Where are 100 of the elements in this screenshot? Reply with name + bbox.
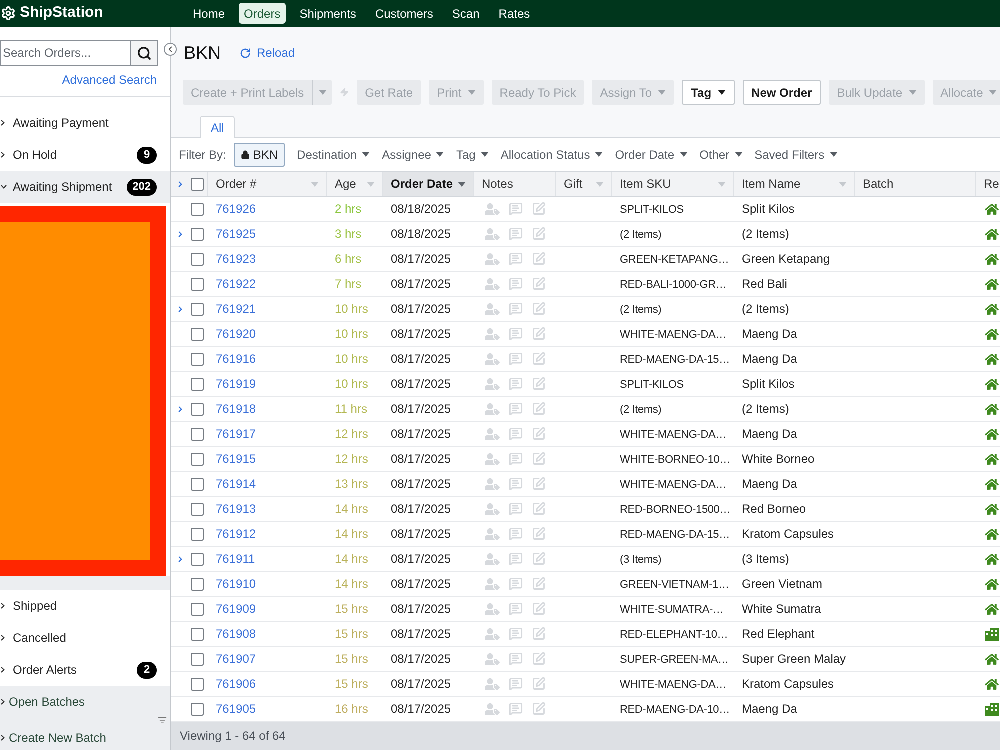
edit-icon[interactable] xyxy=(532,452,546,466)
checkbox[interactable] xyxy=(191,178,204,190)
user-tag-icon[interactable] xyxy=(485,578,500,590)
checkbox[interactable] xyxy=(191,678,204,690)
user-tag-icon[interactable] xyxy=(485,478,500,490)
tab[interactable]: All xyxy=(200,116,236,138)
filter-icon[interactable] xyxy=(158,716,167,724)
nav-tab[interactable]: Home xyxy=(188,3,230,24)
order-number-link[interactable]: 761917 xyxy=(216,427,256,441)
comment-icon[interactable] xyxy=(509,202,523,216)
filter-dropdown[interactable]: Tag xyxy=(456,146,489,164)
order-number-link[interactable]: 761910 xyxy=(216,577,256,591)
expand-row-icon[interactable] xyxy=(176,554,185,564)
comment-icon[interactable] xyxy=(509,277,523,291)
edit-icon[interactable] xyxy=(532,352,546,366)
comment-icon[interactable] xyxy=(509,252,523,266)
checkbox[interactable] xyxy=(191,328,204,340)
checkbox[interactable] xyxy=(191,628,204,640)
edit-icon[interactable] xyxy=(532,377,546,391)
nav-tab[interactable]: Customers xyxy=(370,3,438,24)
user-tag-icon[interactable] xyxy=(485,452,500,466)
order-number-link[interactable]: 761923 xyxy=(216,252,256,266)
order-number-link[interactable]: 761911 xyxy=(216,552,256,566)
expand-row-icon[interactable] xyxy=(176,304,185,314)
comment-icon[interactable] xyxy=(509,577,523,591)
edit-icon[interactable] xyxy=(532,227,546,241)
nav-tab[interactable]: Scan xyxy=(447,3,485,24)
column-header[interactable]: Order # xyxy=(208,172,327,196)
order-number-link[interactable]: 761908 xyxy=(216,627,256,641)
comment-icon[interactable] xyxy=(509,327,523,341)
user-tag-icon[interactable] xyxy=(485,428,500,440)
order-number-link[interactable]: 761918 xyxy=(216,402,256,416)
filter-dropdown[interactable]: Destination xyxy=(297,146,370,164)
edit-icon[interactable] xyxy=(532,252,546,266)
user-tag-icon[interactable] xyxy=(485,252,500,266)
order-number-link[interactable]: 761914 xyxy=(216,477,256,491)
sidebar-item[interactable]: Awaiting Shipment 202 xyxy=(0,171,170,203)
order-number-link[interactable]: 761909 xyxy=(216,602,256,616)
checkbox[interactable] xyxy=(191,528,204,540)
checkbox[interactable] xyxy=(191,702,204,716)
filter-dropdown[interactable]: Assignee xyxy=(382,146,444,164)
comment-icon[interactable] xyxy=(509,402,523,416)
user-tag-icon[interactable] xyxy=(485,678,500,690)
edit-icon[interactable] xyxy=(532,627,546,641)
comment-icon[interactable] xyxy=(509,527,523,541)
checkbox[interactable] xyxy=(191,378,204,390)
user-tag-icon[interactable] xyxy=(485,502,500,516)
order-number-link[interactable]: 761921 xyxy=(216,302,256,316)
edit-icon[interactable] xyxy=(532,552,546,566)
checkbox[interactable] xyxy=(191,202,204,216)
order-number-link[interactable]: 761920 xyxy=(216,327,256,341)
order-number-link[interactable]: 761926 xyxy=(216,202,256,216)
edit-icon[interactable] xyxy=(532,527,546,541)
order-number-link[interactable]: 761913 xyxy=(216,502,256,516)
comment-icon[interactable] xyxy=(509,427,523,441)
search-field[interactable]: Search Orders... xyxy=(0,40,131,66)
checkbox[interactable] xyxy=(191,552,204,566)
edit-icon[interactable] xyxy=(532,427,546,441)
comment-icon[interactable] xyxy=(509,502,523,516)
edit-icon[interactable] xyxy=(532,302,546,316)
comment-icon[interactable] xyxy=(509,552,523,566)
order-number-link[interactable]: 761916 xyxy=(216,352,256,366)
user-tag-icon[interactable] xyxy=(485,328,500,340)
user-tag-icon[interactable] xyxy=(485,652,500,666)
filter-dropdown[interactable]: Saved Filters xyxy=(754,146,838,164)
user-tag-icon[interactable] xyxy=(485,552,500,566)
edit-icon[interactable] xyxy=(532,202,546,216)
checkbox[interactable] xyxy=(191,478,204,490)
comment-icon[interactable] xyxy=(509,352,523,366)
nav-tab[interactable]: Shipments xyxy=(294,3,362,24)
expand-all-icon[interactable] xyxy=(176,178,185,190)
user-tag-icon[interactable] xyxy=(485,302,500,316)
checkbox[interactable] xyxy=(191,252,204,266)
checkbox[interactable] xyxy=(191,602,204,616)
column-header[interactable]: Item SKU xyxy=(612,172,734,196)
edit-icon[interactable] xyxy=(532,402,546,416)
filter-chip[interactable]: BKN xyxy=(234,142,286,166)
expand-row-icon[interactable] xyxy=(176,404,185,414)
checkbox[interactable] xyxy=(191,278,204,290)
order-number-link[interactable]: 761907 xyxy=(216,652,256,666)
column-header[interactable]: Notes xyxy=(474,172,556,196)
user-tag-icon[interactable] xyxy=(485,702,500,716)
toolbar-button[interactable]: New Order xyxy=(742,80,822,105)
edit-icon[interactable] xyxy=(532,327,546,341)
order-number-link[interactable]: 761919 xyxy=(216,377,256,391)
comment-icon[interactable] xyxy=(509,452,523,466)
advanced-search-link[interactable]: Advanced Search xyxy=(62,71,157,89)
checkbox[interactable] xyxy=(191,652,204,666)
comment-icon[interactable] xyxy=(509,602,523,616)
search-button[interactable] xyxy=(131,40,158,66)
edit-icon[interactable] xyxy=(532,702,546,716)
edit-icon[interactable] xyxy=(532,652,546,666)
column-header[interactable]: Item Name xyxy=(734,172,855,196)
expand-row-icon[interactable] xyxy=(176,228,185,240)
order-number-link[interactable]: 761912 xyxy=(216,527,256,541)
column-header[interactable]: Re xyxy=(976,172,1000,196)
checkbox[interactable] xyxy=(191,428,204,440)
user-tag-icon[interactable] xyxy=(485,202,500,216)
checkbox[interactable] xyxy=(191,578,204,590)
nav-tab[interactable]: Rates xyxy=(494,3,536,24)
